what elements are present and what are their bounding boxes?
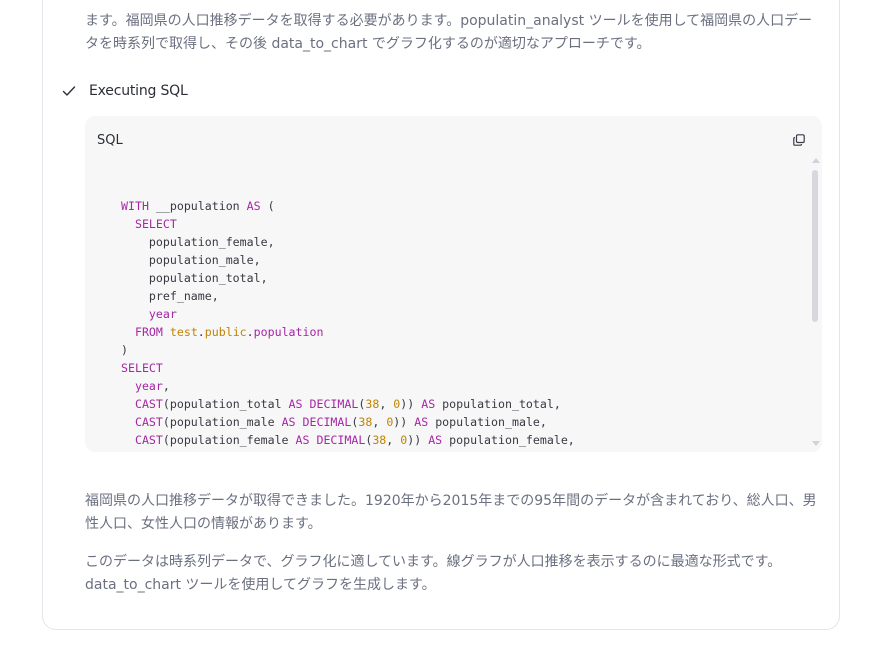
code-line: pref_name, — [121, 289, 219, 303]
code-line: CAST(population_male AS DECIMAL(38, 0)) … — [134, 415, 547, 429]
code-line: ) — [121, 343, 128, 357]
step-label: Executing SQL — [89, 83, 188, 99]
code-line: SELECT — [121, 361, 163, 375]
code-block: SQL WITH __population AS ( SELECT popula… — [85, 116, 822, 452]
code-line: CAST(population_total AS DECIMAL(38, 0))… — [134, 397, 561, 411]
code-scrollbar[interactable] — [810, 156, 820, 448]
step-executing-sql[interactable]: Executing SQL — [62, 80, 188, 102]
intro-paragraph: ます。福岡県の人口推移データを取得する必要があります。populatin_ana… — [85, 13, 813, 52]
code-line: CAST(population_female AS DECIMAL(38, 0)… — [134, 433, 575, 447]
scroll-up-arrow[interactable] — [812, 158, 820, 163]
code-line: year, — [134, 379, 170, 393]
code-line: SELECT — [134, 217, 177, 231]
code-line: FROM test.public.population — [134, 325, 324, 339]
copy-icon[interactable] — [793, 134, 805, 146]
check-icon — [62, 86, 76, 96]
code-language-label: SQL — [97, 133, 123, 148]
code-line: population_male, — [121, 253, 261, 267]
result-paragraph: 福岡県の人口推移データが取得できました。1920年から2015年までの95年間の… — [85, 493, 817, 532]
scroll-thumb[interactable] — [812, 170, 818, 322]
sql-code: WITH __population AS ( SELECT population… — [121, 197, 575, 449]
code-line: population_female, — [121, 235, 275, 249]
code-line: population_total, — [121, 271, 268, 285]
code-line: WITH __population AS ( — [121, 199, 275, 213]
scroll-down-arrow[interactable] — [812, 441, 820, 446]
code-line: year — [148, 307, 177, 321]
next-step-paragraph: このデータは時系列データで、グラフ化に適しています。線グラフが人口推移を表示する… — [85, 554, 782, 593]
